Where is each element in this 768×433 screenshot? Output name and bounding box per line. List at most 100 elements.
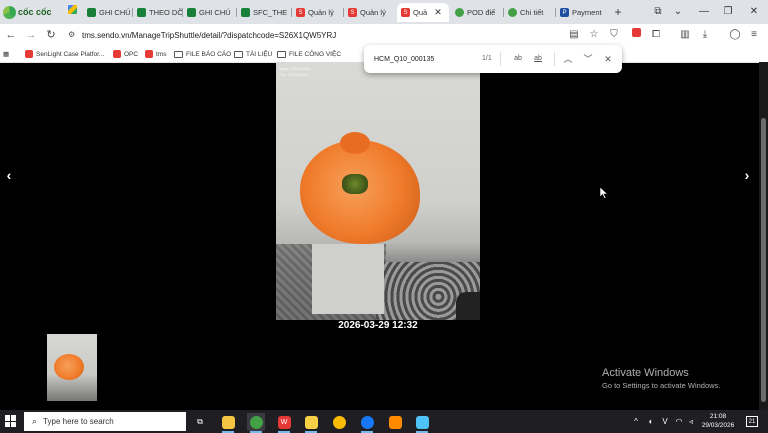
sticky-notes-icon[interactable] [302,413,320,433]
folder-icon [174,50,183,58]
tray-app-icon[interactable]: ◐ [646,416,656,428]
folder-icon [277,50,286,58]
coccoc-taskbar-icon[interactable] [247,413,265,433]
payment-icon: P [560,8,569,17]
tab-label: Chi tiết [520,8,544,17]
notification-center-icon[interactable]: 21 [746,416,758,427]
search-icon: ⌕ [32,416,38,426]
tab-9[interactable]: Chi tiết [504,3,556,22]
close-window-icon[interactable]: ✕ [746,4,762,20]
delivery-photo: Ngày: 29/03/2026 Giờ: 29/03/2026 [276,62,480,320]
forward-icon[interactable]: → [23,27,39,43]
screenshot-icon[interactable]: ⧉ [650,4,666,20]
tab-label: Quả [413,8,428,17]
mouse-cursor-icon [600,187,608,199]
scrollbar-thumb[interactable] [761,118,766,402]
restore-icon[interactable]: ❐ [720,4,736,20]
taskbar-search-box[interactable]: ⌕ Type here to search [24,412,186,431]
whole-word-button[interactable]: ab [530,51,546,67]
sendo-icon [145,50,153,58]
url-text: tms.sendo.vn/ManageTripShuttle/detail/?d… [82,30,337,40]
tab-4[interactable]: SFC_THE [237,3,292,22]
green-circle-icon [455,8,464,17]
tab-label: GHI CHÚ [99,8,131,17]
task-view-icon[interactable]: ⧉ [191,413,209,431]
tab-6[interactable]: S Quản lý [344,3,397,22]
match-case-button[interactable]: ab [510,51,526,67]
minimize-icon[interactable]: — [696,4,712,20]
bookmark-file-bao-cao[interactable]: FILE BÁO CÁO [174,48,231,60]
tab-label: GHI CHÚ [199,8,231,17]
tab-bar: cốc cốc GHI CHÚ THEO DÕ GHI CHÚ SFC_THE … [0,0,768,24]
bookmark-file-cong-viec[interactable]: FILE CÔNG VIỆC [277,48,341,60]
volume-icon[interactable]: ◃ [685,416,697,428]
bookmark-tms[interactable]: tms [145,48,166,60]
extension-sendo-icon[interactable] [628,27,644,43]
find-close-icon[interactable]: ✕ [600,51,616,67]
sendo-icon: S [296,8,305,17]
bookmark-senlight[interactable]: SenLight Case Platfor... [25,48,104,60]
find-next-icon[interactable]: ﹀ [580,51,596,67]
sendo-icon: S [348,8,357,17]
browser-brand[interactable]: cốc cốc [3,4,52,20]
apps-grid-icon[interactable]: ▦ [3,48,9,60]
find-input[interactable] [374,54,474,65]
download-icon[interactable]: ⤓ [697,27,713,43]
close-tab-icon[interactable]: ✕ [434,7,442,18]
file-explorer-icon[interactable] [219,413,237,433]
tab-label: Quản lý [308,8,334,17]
tab-label: POD điể [467,8,496,17]
page-scrollbar[interactable] [759,62,768,410]
taskbar-search-placeholder: Type here to search [43,417,114,426]
network-icon[interactable]: ◠ [673,416,685,428]
sendo-icon: S [401,8,410,17]
app-orange-icon[interactable] [386,413,404,431]
tab-10[interactable]: P Payment [556,3,606,22]
tab-label: SFC_THE [253,8,288,17]
sheets-icon [87,8,96,17]
wps-office-icon[interactable]: W [275,413,293,433]
site-info-icon[interactable]: ⚙ [68,30,78,40]
windows-activation-watermark: Activate Windows Go to Settings to activ… [602,367,720,390]
sidebar-icon[interactable]: ▥ [677,27,693,43]
tab-3[interactable]: GHI CHÚ [183,3,237,22]
zalo-icon[interactable] [358,413,376,433]
tab-7-active[interactable]: S Quả ✕ [397,3,449,22]
new-tab-button[interactable]: + [611,3,625,21]
windows-start-icon[interactable] [5,415,17,427]
profile-icon[interactable]: ◯ [727,27,743,43]
prev-photo-button[interactable]: ‹ [1,167,17,183]
tab-8[interactable]: POD điể [451,3,504,22]
shield-icon[interactable]: ⛉ [606,27,622,43]
bookmark-opc[interactable]: OPC [113,48,138,60]
find-match-count: 1/1 [482,55,492,62]
tab-2[interactable]: THEO DÕ [133,3,183,22]
page-icon[interactable]: ▤ [566,27,582,43]
bookmark-tai-lieu[interactable]: TÀI LIỆU [234,48,272,60]
bookmark-star-icon[interactable]: ☆ [586,27,602,43]
input-method-icon[interactable]: V [659,416,671,428]
drive-icon[interactable] [64,4,80,20]
photo-thumbnail[interactable] [47,334,97,401]
taskbar-clock[interactable]: 21:08 29/03/2026 [697,412,739,430]
next-photo-button[interactable]: › [739,167,755,183]
reload-icon[interactable]: ↻ [43,27,59,43]
app-blue-icon[interactable] [413,413,431,433]
extensions-icon[interactable]: ⧠ [648,27,664,43]
windows-taskbar: ⌕ Type here to search ⧉ W ^ ◐ V ◠ ◃ 21:0… [0,410,768,433]
tab-5[interactable]: S Quản lý [292,3,344,22]
tab-1[interactable]: GHI CHÚ [83,3,133,22]
address-bar[interactable]: ⚙ tms.sendo.vn/ManageTripShuttle/detail/… [62,27,582,43]
back-icon[interactable]: ← [3,27,19,43]
app-icon[interactable] [330,413,348,431]
activate-subtitle: Go to Settings to activate Windows. [602,381,721,390]
brand-text: cốc cốc [18,7,52,17]
photo-stamp-time: Giờ: 29/03/2026 [279,72,308,77]
photo-stamp-date: Ngày: 29/03/2026 [279,66,311,71]
menu-icon[interactable]: ≡ [746,27,762,43]
address-row: ← → ↻ ⚙ tms.sendo.vn/ManageTripShuttle/d… [0,24,768,46]
tray-chevron-icon[interactable]: ^ [631,416,641,428]
coccoc-menu-icon[interactable]: ⌄ [670,4,686,20]
find-previous-icon[interactable]: ︿ [560,51,576,67]
sheets-icon [241,8,250,17]
